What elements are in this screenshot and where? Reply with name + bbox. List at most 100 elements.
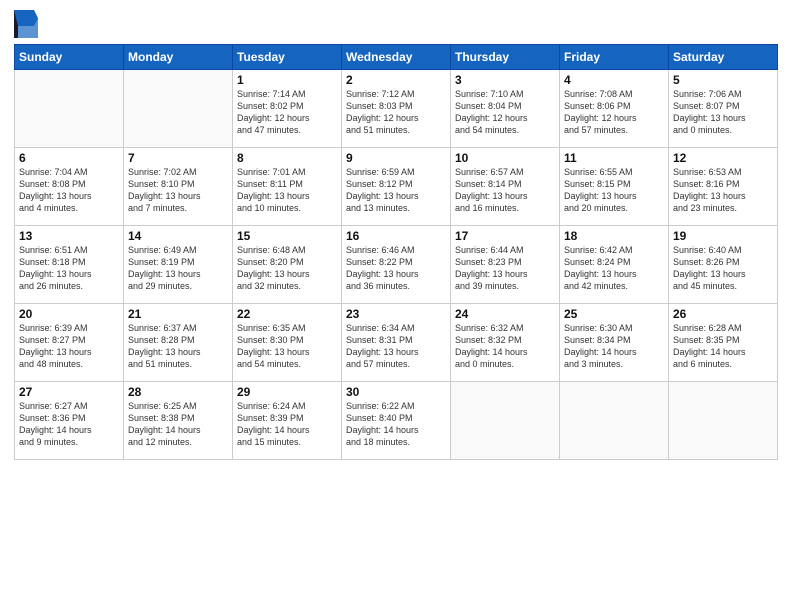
calendar-cell: 20Sunrise: 6:39 AMSunset: 8:27 PMDayligh… [15, 304, 124, 382]
day-number: 27 [19, 385, 119, 399]
day-info: Sunrise: 7:08 AMSunset: 8:06 PMDaylight:… [564, 88, 664, 137]
day-info: Sunrise: 6:42 AMSunset: 8:24 PMDaylight:… [564, 244, 664, 293]
calendar-cell [451, 382, 560, 460]
day-info: Sunrise: 6:22 AMSunset: 8:40 PMDaylight:… [346, 400, 446, 449]
day-number: 25 [564, 307, 664, 321]
day-info: Sunrise: 6:30 AMSunset: 8:34 PMDaylight:… [564, 322, 664, 371]
day-number: 23 [346, 307, 446, 321]
day-info: Sunrise: 6:35 AMSunset: 8:30 PMDaylight:… [237, 322, 337, 371]
day-info: Sunrise: 6:51 AMSunset: 8:18 PMDaylight:… [19, 244, 119, 293]
day-info: Sunrise: 6:55 AMSunset: 8:15 PMDaylight:… [564, 166, 664, 215]
day-number: 10 [455, 151, 555, 165]
calendar-cell: 23Sunrise: 6:34 AMSunset: 8:31 PMDayligh… [342, 304, 451, 382]
day-info: Sunrise: 6:48 AMSunset: 8:20 PMDaylight:… [237, 244, 337, 293]
day-number: 22 [237, 307, 337, 321]
day-number: 17 [455, 229, 555, 243]
day-info: Sunrise: 6:44 AMSunset: 8:23 PMDaylight:… [455, 244, 555, 293]
calendar-header-sunday: Sunday [15, 45, 124, 70]
calendar-cell: 8Sunrise: 7:01 AMSunset: 8:11 PMDaylight… [233, 148, 342, 226]
calendar-week-5: 27Sunrise: 6:27 AMSunset: 8:36 PMDayligh… [15, 382, 778, 460]
day-number: 2 [346, 73, 446, 87]
day-number: 14 [128, 229, 228, 243]
day-number: 29 [237, 385, 337, 399]
calendar-cell: 28Sunrise: 6:25 AMSunset: 8:38 PMDayligh… [124, 382, 233, 460]
calendar-cell: 30Sunrise: 6:22 AMSunset: 8:40 PMDayligh… [342, 382, 451, 460]
day-number: 5 [673, 73, 773, 87]
day-number: 11 [564, 151, 664, 165]
calendar-header-wednesday: Wednesday [342, 45, 451, 70]
calendar-cell: 29Sunrise: 6:24 AMSunset: 8:39 PMDayligh… [233, 382, 342, 460]
day-info: Sunrise: 6:59 AMSunset: 8:12 PMDaylight:… [346, 166, 446, 215]
calendar-cell [124, 70, 233, 148]
calendar-cell: 22Sunrise: 6:35 AMSunset: 8:30 PMDayligh… [233, 304, 342, 382]
calendar-header-friday: Friday [560, 45, 669, 70]
day-number: 1 [237, 73, 337, 87]
calendar-cell: 18Sunrise: 6:42 AMSunset: 8:24 PMDayligh… [560, 226, 669, 304]
day-info: Sunrise: 6:27 AMSunset: 8:36 PMDaylight:… [19, 400, 119, 449]
header [14, 10, 778, 38]
day-number: 18 [564, 229, 664, 243]
calendar-cell: 14Sunrise: 6:49 AMSunset: 8:19 PMDayligh… [124, 226, 233, 304]
calendar-header-thursday: Thursday [451, 45, 560, 70]
calendar-cell [15, 70, 124, 148]
day-number: 20 [19, 307, 119, 321]
day-info: Sunrise: 7:06 AMSunset: 8:07 PMDaylight:… [673, 88, 773, 137]
day-number: 26 [673, 307, 773, 321]
calendar-week-2: 6Sunrise: 7:04 AMSunset: 8:08 PMDaylight… [15, 148, 778, 226]
day-info: Sunrise: 6:49 AMSunset: 8:19 PMDaylight:… [128, 244, 228, 293]
calendar-header-row: SundayMondayTuesdayWednesdayThursdayFrid… [15, 45, 778, 70]
day-number: 28 [128, 385, 228, 399]
day-info: Sunrise: 6:40 AMSunset: 8:26 PMDaylight:… [673, 244, 773, 293]
calendar-cell: 12Sunrise: 6:53 AMSunset: 8:16 PMDayligh… [669, 148, 778, 226]
calendar-cell: 24Sunrise: 6:32 AMSunset: 8:32 PMDayligh… [451, 304, 560, 382]
calendar-cell: 26Sunrise: 6:28 AMSunset: 8:35 PMDayligh… [669, 304, 778, 382]
day-info: Sunrise: 6:34 AMSunset: 8:31 PMDaylight:… [346, 322, 446, 371]
calendar-cell: 21Sunrise: 6:37 AMSunset: 8:28 PMDayligh… [124, 304, 233, 382]
day-info: Sunrise: 7:12 AMSunset: 8:03 PMDaylight:… [346, 88, 446, 137]
calendar-week-3: 13Sunrise: 6:51 AMSunset: 8:18 PMDayligh… [15, 226, 778, 304]
page: SundayMondayTuesdayWednesdayThursdayFrid… [0, 0, 792, 612]
day-number: 13 [19, 229, 119, 243]
day-number: 3 [455, 73, 555, 87]
calendar-cell: 10Sunrise: 6:57 AMSunset: 8:14 PMDayligh… [451, 148, 560, 226]
day-info: Sunrise: 7:01 AMSunset: 8:11 PMDaylight:… [237, 166, 337, 215]
calendar-cell [669, 382, 778, 460]
day-info: Sunrise: 6:28 AMSunset: 8:35 PMDaylight:… [673, 322, 773, 371]
day-info: Sunrise: 7:10 AMSunset: 8:04 PMDaylight:… [455, 88, 555, 137]
day-number: 30 [346, 385, 446, 399]
day-info: Sunrise: 6:32 AMSunset: 8:32 PMDaylight:… [455, 322, 555, 371]
day-number: 9 [346, 151, 446, 165]
day-number: 16 [346, 229, 446, 243]
calendar-header-saturday: Saturday [669, 45, 778, 70]
day-info: Sunrise: 7:04 AMSunset: 8:08 PMDaylight:… [19, 166, 119, 215]
day-info: Sunrise: 6:37 AMSunset: 8:28 PMDaylight:… [128, 322, 228, 371]
logo-icon [14, 10, 38, 38]
calendar-cell: 15Sunrise: 6:48 AMSunset: 8:20 PMDayligh… [233, 226, 342, 304]
calendar-week-4: 20Sunrise: 6:39 AMSunset: 8:27 PMDayligh… [15, 304, 778, 382]
day-info: Sunrise: 7:02 AMSunset: 8:10 PMDaylight:… [128, 166, 228, 215]
calendar-header-monday: Monday [124, 45, 233, 70]
day-info: Sunrise: 7:14 AMSunset: 8:02 PMDaylight:… [237, 88, 337, 137]
day-number: 21 [128, 307, 228, 321]
day-info: Sunrise: 6:46 AMSunset: 8:22 PMDaylight:… [346, 244, 446, 293]
calendar-cell: 5Sunrise: 7:06 AMSunset: 8:07 PMDaylight… [669, 70, 778, 148]
calendar-week-1: 1Sunrise: 7:14 AMSunset: 8:02 PMDaylight… [15, 70, 778, 148]
calendar-cell [560, 382, 669, 460]
calendar-cell: 6Sunrise: 7:04 AMSunset: 8:08 PMDaylight… [15, 148, 124, 226]
day-number: 24 [455, 307, 555, 321]
calendar-cell: 7Sunrise: 7:02 AMSunset: 8:10 PMDaylight… [124, 148, 233, 226]
calendar-cell: 25Sunrise: 6:30 AMSunset: 8:34 PMDayligh… [560, 304, 669, 382]
calendar-cell: 11Sunrise: 6:55 AMSunset: 8:15 PMDayligh… [560, 148, 669, 226]
calendar-cell: 13Sunrise: 6:51 AMSunset: 8:18 PMDayligh… [15, 226, 124, 304]
calendar-cell: 2Sunrise: 7:12 AMSunset: 8:03 PMDaylight… [342, 70, 451, 148]
day-info: Sunrise: 6:24 AMSunset: 8:39 PMDaylight:… [237, 400, 337, 449]
calendar-header-tuesday: Tuesday [233, 45, 342, 70]
day-number: 6 [19, 151, 119, 165]
day-info: Sunrise: 6:25 AMSunset: 8:38 PMDaylight:… [128, 400, 228, 449]
calendar-cell: 9Sunrise: 6:59 AMSunset: 8:12 PMDaylight… [342, 148, 451, 226]
day-number: 12 [673, 151, 773, 165]
day-info: Sunrise: 6:57 AMSunset: 8:14 PMDaylight:… [455, 166, 555, 215]
calendar-cell: 4Sunrise: 7:08 AMSunset: 8:06 PMDaylight… [560, 70, 669, 148]
calendar-cell: 27Sunrise: 6:27 AMSunset: 8:36 PMDayligh… [15, 382, 124, 460]
day-number: 4 [564, 73, 664, 87]
